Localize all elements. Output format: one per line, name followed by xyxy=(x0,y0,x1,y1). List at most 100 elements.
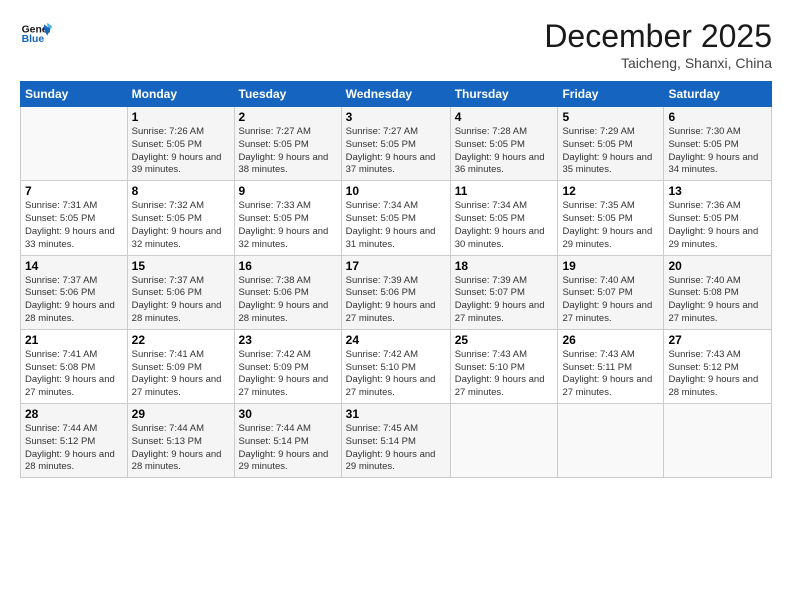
cell-content: Sunrise: 7:42 AM Sunset: 5:10 PM Dayligh… xyxy=(346,349,446,400)
cell-content: Sunrise: 7:45 AM Sunset: 5:14 PM Dayligh… xyxy=(346,423,446,474)
cell-content: Sunrise: 7:38 AM Sunset: 5:06 PM Dayligh… xyxy=(239,275,337,326)
cell-content: Sunrise: 7:44 AM Sunset: 5:12 PM Dayligh… xyxy=(25,423,123,474)
cell-content: Sunrise: 7:34 AM Sunset: 5:05 PM Dayligh… xyxy=(346,200,446,251)
day-number: 30 xyxy=(239,407,337,421)
calendar-cell: 4 Sunrise: 7:28 AM Sunset: 5:05 PM Daylig… xyxy=(450,107,558,181)
calendar-cell: 19 Sunrise: 7:40 AM Sunset: 5:07 PM Dayli… xyxy=(558,255,664,329)
weekday-header-wednesday: Wednesday xyxy=(341,82,450,107)
day-number: 22 xyxy=(132,333,230,347)
calendar-cell: 25 Sunrise: 7:43 AM Sunset: 5:10 PM Dayli… xyxy=(450,329,558,403)
cell-content: Sunrise: 7:44 AM Sunset: 5:14 PM Dayligh… xyxy=(239,423,337,474)
calendar-cell xyxy=(664,404,772,478)
cell-content: Sunrise: 7:40 AM Sunset: 5:07 PM Dayligh… xyxy=(562,275,659,326)
cell-content: Sunrise: 7:43 AM Sunset: 5:12 PM Dayligh… xyxy=(668,349,767,400)
logo-icon: General Blue xyxy=(20,18,52,50)
day-number: 31 xyxy=(346,407,446,421)
cell-content: Sunrise: 7:34 AM Sunset: 5:05 PM Dayligh… xyxy=(455,200,554,251)
cell-content: Sunrise: 7:43 AM Sunset: 5:11 PM Dayligh… xyxy=(562,349,659,400)
calendar-cell: 29 Sunrise: 7:44 AM Sunset: 5:13 PM Dayli… xyxy=(127,404,234,478)
calendar-cell: 30 Sunrise: 7:44 AM Sunset: 5:14 PM Dayli… xyxy=(234,404,341,478)
day-number: 5 xyxy=(562,110,659,124)
calendar-cell xyxy=(450,404,558,478)
weekday-header-tuesday: Tuesday xyxy=(234,82,341,107)
location: Taicheng, Shanxi, China xyxy=(544,55,772,71)
calendar-cell: 7 Sunrise: 7:31 AM Sunset: 5:05 PM Daylig… xyxy=(21,181,128,255)
day-number: 19 xyxy=(562,259,659,273)
day-number: 17 xyxy=(346,259,446,273)
calendar-cell: 6 Sunrise: 7:30 AM Sunset: 5:05 PM Daylig… xyxy=(664,107,772,181)
calendar-cell: 27 Sunrise: 7:43 AM Sunset: 5:12 PM Dayli… xyxy=(664,329,772,403)
day-number: 3 xyxy=(346,110,446,124)
calendar-cell: 8Sunrise: 7:32 AM Sunset: 5:05 PM Daylig… xyxy=(127,181,234,255)
day-number: 25 xyxy=(455,333,554,347)
day-number: 11 xyxy=(455,184,554,198)
page: General Blue December 2025 Taicheng, Sha… xyxy=(0,0,792,612)
weekday-header-friday: Friday xyxy=(558,82,664,107)
calendar-cell: 12 Sunrise: 7:35 AM Sunset: 5:05 PM Dayli… xyxy=(558,181,664,255)
calendar-cell: 10 Sunrise: 7:34 AM Sunset: 5:05 PM Dayli… xyxy=(341,181,450,255)
cell-content: Sunrise: 7:35 AM Sunset: 5:05 PM Dayligh… xyxy=(562,200,659,251)
calendar-cell: 22 Sunrise: 7:41 AM Sunset: 5:09 PM Dayli… xyxy=(127,329,234,403)
day-number: 14 xyxy=(25,259,123,273)
day-number: 4 xyxy=(455,110,554,124)
day-number: 29 xyxy=(132,407,230,421)
cell-content: Sunrise: 7:27 AM Sunset: 5:05 PM Dayligh… xyxy=(346,126,446,177)
cell-content: Sunrise: 7:43 AM Sunset: 5:10 PM Dayligh… xyxy=(455,349,554,400)
weekday-header-row: SundayMondayTuesdayWednesdayThursdayFrid… xyxy=(21,82,772,107)
day-number: 18 xyxy=(455,259,554,273)
calendar-cell: 16 Sunrise: 7:38 AM Sunset: 5:06 PM Dayli… xyxy=(234,255,341,329)
calendar-cell: 2 Sunrise: 7:27 AM Sunset: 5:05 PM Daylig… xyxy=(234,107,341,181)
week-row-3: 21Sunrise: 7:41 AM Sunset: 5:08 PM Dayli… xyxy=(21,329,772,403)
calendar-cell: 21Sunrise: 7:41 AM Sunset: 5:08 PM Dayli… xyxy=(21,329,128,403)
day-number: 12 xyxy=(562,184,659,198)
calendar-cell: 1Sunrise: 7:26 AM Sunset: 5:05 PM Daylig… xyxy=(127,107,234,181)
cell-content: Sunrise: 7:36 AM Sunset: 5:05 PM Dayligh… xyxy=(668,200,767,251)
cell-content: Sunrise: 7:31 AM Sunset: 5:05 PM Dayligh… xyxy=(25,200,123,251)
calendar-cell: 24Sunrise: 7:42 AM Sunset: 5:10 PM Dayli… xyxy=(341,329,450,403)
weekday-header-thursday: Thursday xyxy=(450,82,558,107)
calendar-cell: 28 Sunrise: 7:44 AM Sunset: 5:12 PM Dayli… xyxy=(21,404,128,478)
calendar-table: SundayMondayTuesdayWednesdayThursdayFrid… xyxy=(20,81,772,478)
day-number: 23 xyxy=(239,333,337,347)
cell-content: Sunrise: 7:30 AM Sunset: 5:05 PM Dayligh… xyxy=(668,126,767,177)
day-number: 6 xyxy=(668,110,767,124)
cell-content: Sunrise: 7:42 AM Sunset: 5:09 PM Dayligh… xyxy=(239,349,337,400)
day-number: 7 xyxy=(25,184,123,198)
cell-content: Sunrise: 7:26 AM Sunset: 5:05 PM Dayligh… xyxy=(132,126,230,177)
weekday-header-saturday: Saturday xyxy=(664,82,772,107)
calendar-cell: 17 Sunrise: 7:39 AM Sunset: 5:06 PM Dayli… xyxy=(341,255,450,329)
calendar-cell: 31 Sunrise: 7:45 AM Sunset: 5:14 PM Dayli… xyxy=(341,404,450,478)
day-number: 8 xyxy=(132,184,230,198)
cell-content: Sunrise: 7:27 AM Sunset: 5:05 PM Dayligh… xyxy=(239,126,337,177)
cell-content: Sunrise: 7:33 AM Sunset: 5:05 PM Dayligh… xyxy=(239,200,337,251)
svg-text:Blue: Blue xyxy=(22,34,45,45)
day-number: 2 xyxy=(239,110,337,124)
cell-content: Sunrise: 7:37 AM Sunset: 5:06 PM Dayligh… xyxy=(132,275,230,326)
calendar-cell: 9Sunrise: 7:33 AM Sunset: 5:05 PM Daylig… xyxy=(234,181,341,255)
calendar-cell: 23 Sunrise: 7:42 AM Sunset: 5:09 PM Dayli… xyxy=(234,329,341,403)
week-row-4: 28 Sunrise: 7:44 AM Sunset: 5:12 PM Dayli… xyxy=(21,404,772,478)
day-number: 26 xyxy=(562,333,659,347)
day-number: 10 xyxy=(346,184,446,198)
weekday-header-sunday: Sunday xyxy=(21,82,128,107)
title-block: December 2025 Taicheng, Shanxi, China xyxy=(544,18,772,71)
calendar-cell: 14Sunrise: 7:37 AM Sunset: 5:06 PM Dayli… xyxy=(21,255,128,329)
cell-content: Sunrise: 7:39 AM Sunset: 5:06 PM Dayligh… xyxy=(346,275,446,326)
cell-content: Sunrise: 7:41 AM Sunset: 5:09 PM Dayligh… xyxy=(132,349,230,400)
cell-content: Sunrise: 7:28 AM Sunset: 5:05 PM Dayligh… xyxy=(455,126,554,177)
day-number: 28 xyxy=(25,407,123,421)
calendar-cell xyxy=(558,404,664,478)
day-number: 16 xyxy=(239,259,337,273)
calendar-cell: 18Sunrise: 7:39 AM Sunset: 5:07 PM Dayli… xyxy=(450,255,558,329)
week-row-1: 7 Sunrise: 7:31 AM Sunset: 5:05 PM Daylig… xyxy=(21,181,772,255)
logo: General Blue xyxy=(20,18,52,50)
day-number: 27 xyxy=(668,333,767,347)
calendar-cell xyxy=(21,107,128,181)
weekday-header-monday: Monday xyxy=(127,82,234,107)
day-number: 15 xyxy=(132,259,230,273)
month-title: December 2025 xyxy=(544,18,772,55)
calendar-cell: 11 Sunrise: 7:34 AM Sunset: 5:05 PM Dayli… xyxy=(450,181,558,255)
calendar-cell: 5 Sunrise: 7:29 AM Sunset: 5:05 PM Daylig… xyxy=(558,107,664,181)
cell-content: Sunrise: 7:44 AM Sunset: 5:13 PM Dayligh… xyxy=(132,423,230,474)
cell-content: Sunrise: 7:29 AM Sunset: 5:05 PM Dayligh… xyxy=(562,126,659,177)
